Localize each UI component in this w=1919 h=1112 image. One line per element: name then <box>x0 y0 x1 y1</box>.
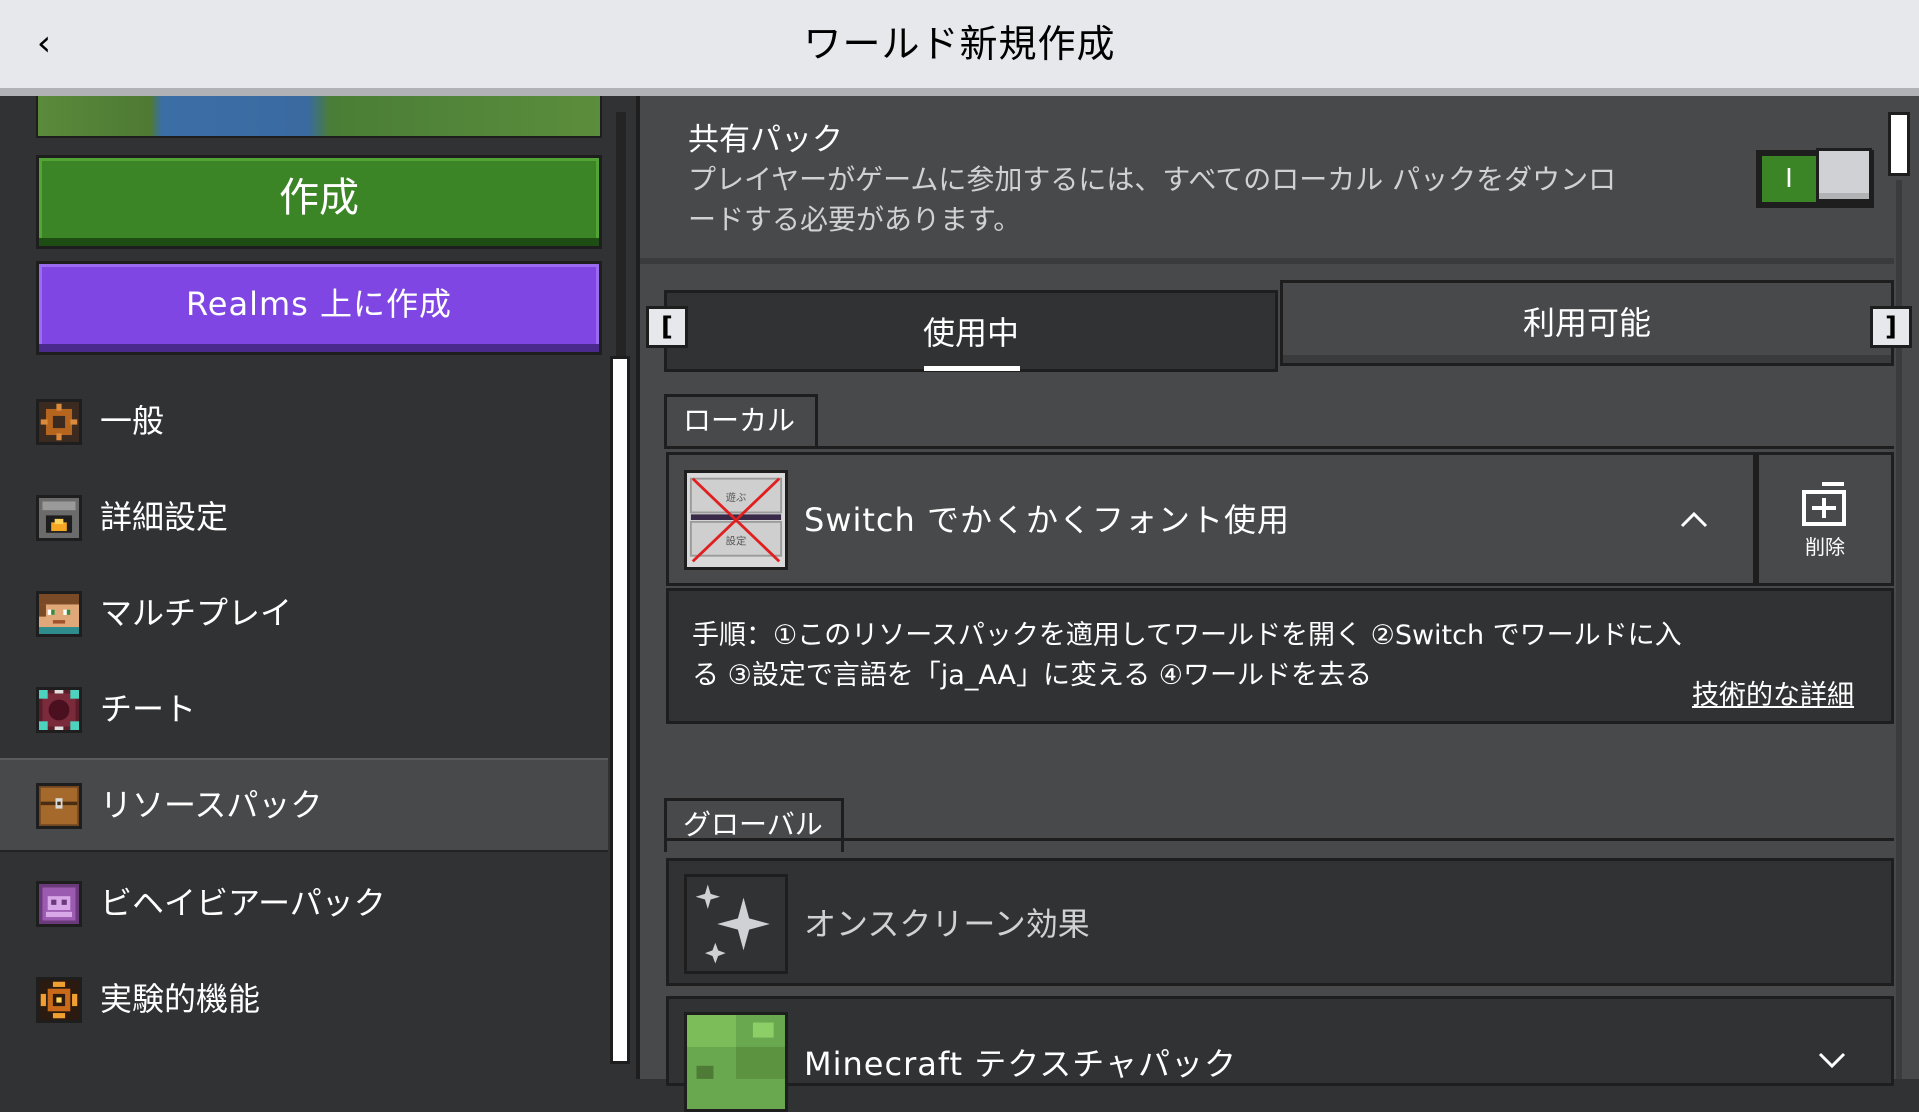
sidebar-item-label: リソースパック <box>100 786 323 824</box>
pack-name: Minecraft テクスチャパック <box>804 1045 1237 1083</box>
sidebar-item-label: チート <box>100 690 197 728</box>
pack-description: 手順：①このリソースパックを適用してワールドを開く ②Switch でワールドに… <box>692 620 1682 691</box>
switch-font-pack-icon: 遊ぶ 設定 <box>684 470 788 570</box>
left-bumper-icon: [ <box>646 306 688 348</box>
sidebar-item-experiments[interactable]: 実験的機能 <box>0 952 608 1046</box>
global-section-header: グローバル <box>664 798 844 852</box>
tab-available-label: 利用可能 <box>1522 304 1651 342</box>
sidebar-item-label: マルチプレイ <box>100 594 293 632</box>
player-head-icon <box>36 591 82 637</box>
chest-icon <box>36 783 82 829</box>
pack-icon-text-bottom: 設定 <box>726 534 747 547</box>
sidebar-item-label: ビヘイビアーパック <box>100 884 386 922</box>
sidebar-scrollbar[interactable] <box>610 356 630 1064</box>
right-bumper-icon: ] <box>1870 306 1912 348</box>
behavior-pack-icon <box>36 881 82 927</box>
sidebar-item-multiplayer[interactable]: マルチプレイ <box>0 566 608 660</box>
gear-icon <box>36 399 82 445</box>
sidebar-item-resource-packs[interactable]: リソースパック <box>0 758 608 852</box>
sparkle-icon <box>684 874 788 974</box>
furnace-icon <box>36 495 82 541</box>
sidebar-item-label: 実験的機能 <box>100 980 261 1018</box>
sidebar-item-cheats[interactable]: チート <box>0 662 608 756</box>
sidebar-item-label: 一般 <box>100 402 165 440</box>
pack-name: Switch でかくかくフォント使用 <box>804 501 1290 539</box>
page-title: ワールド新規作成 <box>803 22 1116 66</box>
command-block-icon <box>36 687 82 733</box>
shared-packs-title: 共有パック <box>688 122 843 158</box>
shared-packs-description: プレイヤーがゲームに参加するには、すべてのローカル パックをダウンロードする必要… <box>688 163 1617 236</box>
chevron-down-icon[interactable] <box>1812 1040 1852 1080</box>
sidebar-item-behavior-packs[interactable]: ビヘイビアーパック <box>0 856 608 950</box>
world-preview-image <box>36 96 602 138</box>
sidebar-item-label: 詳細設定 <box>100 498 229 536</box>
technical-details-link[interactable]: 技術的な詳細 <box>1692 676 1854 716</box>
local-section-header: ローカル <box>664 394 818 448</box>
sidebar-item-advanced[interactable]: 詳細設定 <box>0 470 608 564</box>
create-button[interactable]: 作成 <box>36 155 602 249</box>
pack-icon-text-top: 遊ぶ <box>726 491 747 504</box>
toggle-on-indicator: I <box>1762 156 1816 202</box>
chevron-up-icon[interactable] <box>1674 500 1714 540</box>
remove-pack-label: 削除 <box>1805 535 1845 559</box>
section-divider <box>664 446 1894 449</box>
tab-active-label: 使用中 <box>922 314 1019 352</box>
section-divider <box>664 838 1894 841</box>
create-on-realms-button[interactable]: Realms 上に作成 <box>36 261 602 355</box>
header-shadow <box>0 88 1919 96</box>
pack-name: オンスクリーン効果 <box>804 905 1090 943</box>
divider <box>640 258 1894 264</box>
experimental-icon <box>36 977 82 1023</box>
grass-block-icon <box>684 1012 788 1112</box>
content-scrollbar[interactable] <box>1888 112 1910 176</box>
sidebar-item-general[interactable]: 一般 <box>0 374 608 468</box>
tab-selected-underline <box>924 366 1020 371</box>
remove-icon <box>1802 482 1846 526</box>
toggle-knob[interactable] <box>1816 148 1872 202</box>
